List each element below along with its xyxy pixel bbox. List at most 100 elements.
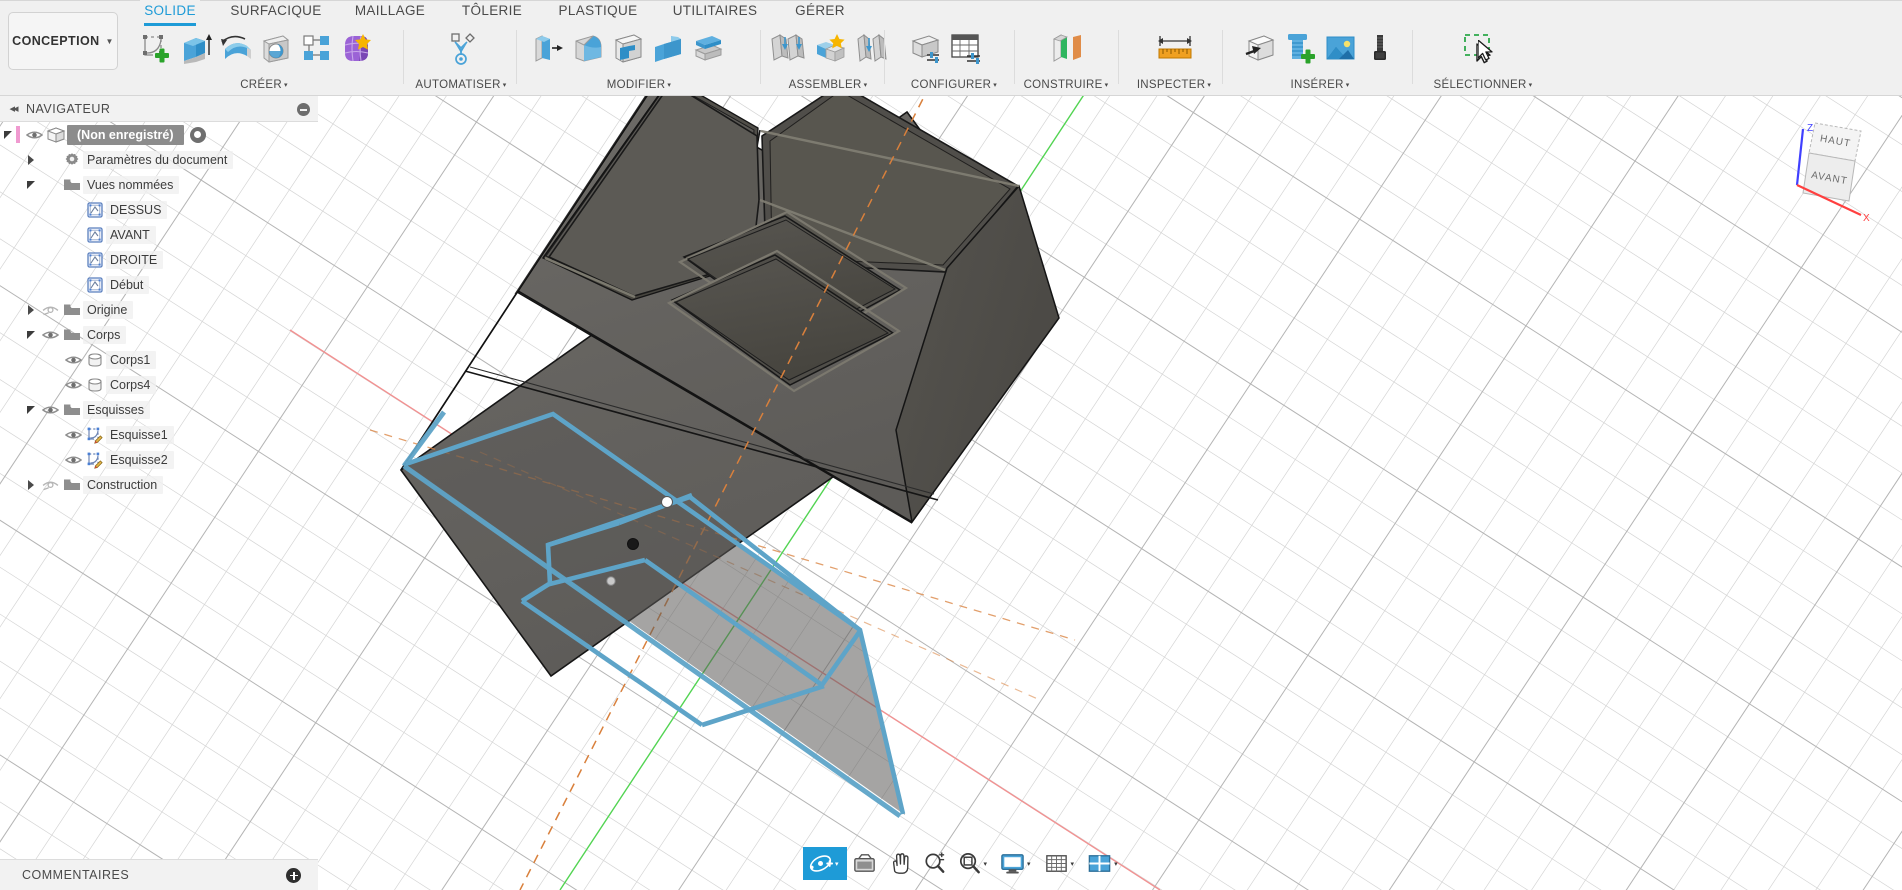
tree-item-esquisse1[interactable]: Esquisse1: [0, 422, 318, 447]
configure-table-icon[interactable]: [946, 26, 986, 70]
folder-icon: [61, 172, 83, 197]
eye-visible-icon[interactable]: [62, 347, 84, 372]
sphere-icon[interactable]: [256, 26, 296, 70]
tree-item-non-enregistre[interactable]: (Non enregistré): [0, 122, 318, 147]
expand-arrow-closed-icon[interactable]: [23, 472, 39, 497]
new-component-icon[interactable]: [764, 26, 810, 70]
chevron-down-icon: ▾: [983, 860, 988, 868]
eye-visible-icon[interactable]: [62, 372, 84, 397]
tab-maillage[interactable]: MAILLAGE: [348, 0, 432, 24]
tree-item-droite[interactable]: DROITE: [0, 247, 318, 272]
shell-icon[interactable]: [608, 26, 648, 70]
eye-visible-icon[interactable]: [39, 397, 61, 422]
tree-item-label: Corps: [83, 325, 127, 344]
comments-bar[interactable]: COMMENTAIRES: [0, 859, 318, 890]
view-navigation-toolbar[interactable]: ▾ ▾ ▾ ▾ ▾: [803, 846, 1126, 881]
tree-item-label: Origine: [83, 300, 134, 319]
insert-derive-icon[interactable]: [1240, 26, 1280, 70]
tree-item-vues-nommees[interactable]: Vues nommées: [0, 172, 318, 197]
tree-item-esquisse2[interactable]: Esquisse2: [0, 447, 318, 472]
viewcube-axis-z: [1795, 128, 1805, 186]
tab-tolerie[interactable]: TÔLERIE: [452, 0, 532, 24]
construction-plane-icon[interactable]: [1046, 26, 1092, 70]
chevron-down-icon: ▾: [835, 860, 839, 868]
minimize-icon[interactable]: [297, 103, 310, 116]
combine-icon[interactable]: [648, 26, 688, 70]
expand-arrow-open-icon[interactable]: [23, 397, 39, 422]
tree-item-label: DESSUS: [106, 200, 168, 219]
tree-item-debut[interactable]: Début: [0, 272, 318, 297]
folder-icon: [61, 322, 83, 347]
extrude-icon[interactable]: [176, 26, 216, 70]
panel-inspecter-label: INSPECTER: [1136, 79, 1206, 91]
look-at-tool[interactable]: [847, 847, 882, 880]
pan-tool[interactable]: [882, 847, 917, 880]
panel-modifier-label: MODIFIER: [606, 79, 666, 91]
tree-item-construction[interactable]: Construction: [0, 472, 318, 497]
tab-utilitaires[interactable]: UTILITAIRES: [660, 0, 770, 24]
browser-tree[interactable]: (Non enregistré) Paramètres du document Vu…: [0, 122, 318, 497]
viewports[interactable]: ▾: [1082, 847, 1126, 880]
comments-label: COMMENTAIRES: [22, 868, 130, 882]
display-settings[interactable]: ▾: [995, 847, 1039, 880]
tree-item-avant[interactable]: AVANT: [0, 222, 318, 247]
eye-hidden-icon[interactable]: [39, 297, 61, 322]
tab-surfacique[interactable]: SURFACIQUE: [220, 0, 332, 24]
view-cube[interactable]: HAUT AVANT Z X: [1763, 105, 1878, 230]
automate-icon[interactable]: [441, 26, 481, 70]
grid-snaps[interactable]: ▾: [1039, 847, 1083, 880]
pattern-icon[interactable]: [296, 26, 336, 70]
named-view-icon: [84, 272, 106, 297]
form-icon[interactable]: [336, 26, 376, 70]
fillet-icon[interactable]: [568, 26, 608, 70]
activate-component-radio[interactable]: [189, 126, 206, 143]
tree-item-label: AVANT: [106, 225, 156, 244]
named-view-icon: [84, 247, 106, 272]
zoom-fit-tool[interactable]: ▾: [952, 847, 996, 880]
tree-item-dessus[interactable]: DESSUS: [0, 197, 318, 222]
chevron-down-icon: ▾: [1070, 860, 1075, 868]
eye-hidden-icon[interactable]: [39, 472, 61, 497]
joint-icon[interactable]: [810, 26, 850, 70]
insert-mcmaster-icon[interactable]: [1280, 26, 1320, 70]
configure-body-icon[interactable]: [906, 26, 946, 70]
insert-hardware-icon[interactable]: [1360, 26, 1400, 70]
add-comment-icon[interactable]: [286, 868, 301, 883]
measure-icon[interactable]: [1152, 26, 1198, 70]
tree-item-parametres-du-document[interactable]: Paramètres du document: [0, 147, 318, 172]
expand-arrow-open-icon[interactable]: [23, 172, 39, 197]
panel-configurer: CONFIGURER ▾: [896, 24, 1012, 95]
navigator-title: NAVIGATEUR: [26, 101, 111, 116]
orbit-tool[interactable]: ▾: [803, 847, 847, 880]
grid-icon: [1045, 855, 1067, 872]
insert-canvas-icon[interactable]: [1320, 26, 1360, 70]
expand-arrow-open-icon[interactable]: [0, 122, 16, 147]
panel-creer-label: CRÉER: [240, 79, 282, 91]
zoom-tool[interactable]: [917, 847, 952, 880]
panel-modifier: MODIFIER ▾: [524, 24, 754, 95]
tab-gerer[interactable]: GÉRER: [788, 0, 852, 24]
collapse-left-icon[interactable]: ◂◂: [0, 96, 26, 122]
chevron-down-icon: ▼: [105, 36, 114, 46]
panel-inserer-label: INSÉRER: [1290, 79, 1344, 91]
tree-item-corps4[interactable]: Corps4: [0, 372, 318, 397]
tree-item-corps[interactable]: Corps: [0, 322, 318, 347]
offset-face-icon[interactable]: [688, 26, 728, 70]
tree-item-origine[interactable]: Origine: [0, 297, 318, 322]
eye-visible-icon[interactable]: [39, 322, 61, 347]
eye-visible-icon[interactable]: [23, 122, 45, 147]
expand-arrow-closed-icon[interactable]: [23, 297, 39, 322]
tab-solide[interactable]: SOLIDE: [140, 0, 200, 26]
expand-arrow-open-icon[interactable]: [23, 322, 39, 347]
expand-arrow-closed-icon[interactable]: [23, 147, 39, 172]
eye-visible-icon[interactable]: [62, 422, 84, 447]
tab-plastique[interactable]: PLASTIQUE: [552, 0, 644, 24]
create-sketch-icon[interactable]: [136, 26, 176, 70]
eye-visible-icon[interactable]: [62, 447, 84, 472]
revolve-icon[interactable]: [216, 26, 256, 70]
tree-item-esquisses[interactable]: Esquisses: [0, 397, 318, 422]
tree-item-corps1[interactable]: Corps1: [0, 347, 318, 372]
press-pull-icon[interactable]: [528, 26, 568, 70]
viewports-icon: [1088, 855, 1111, 872]
ribbon: CONCEPTION ▼ SOLIDE SURFACIQUE MAILLAGE …: [0, 0, 1902, 96]
